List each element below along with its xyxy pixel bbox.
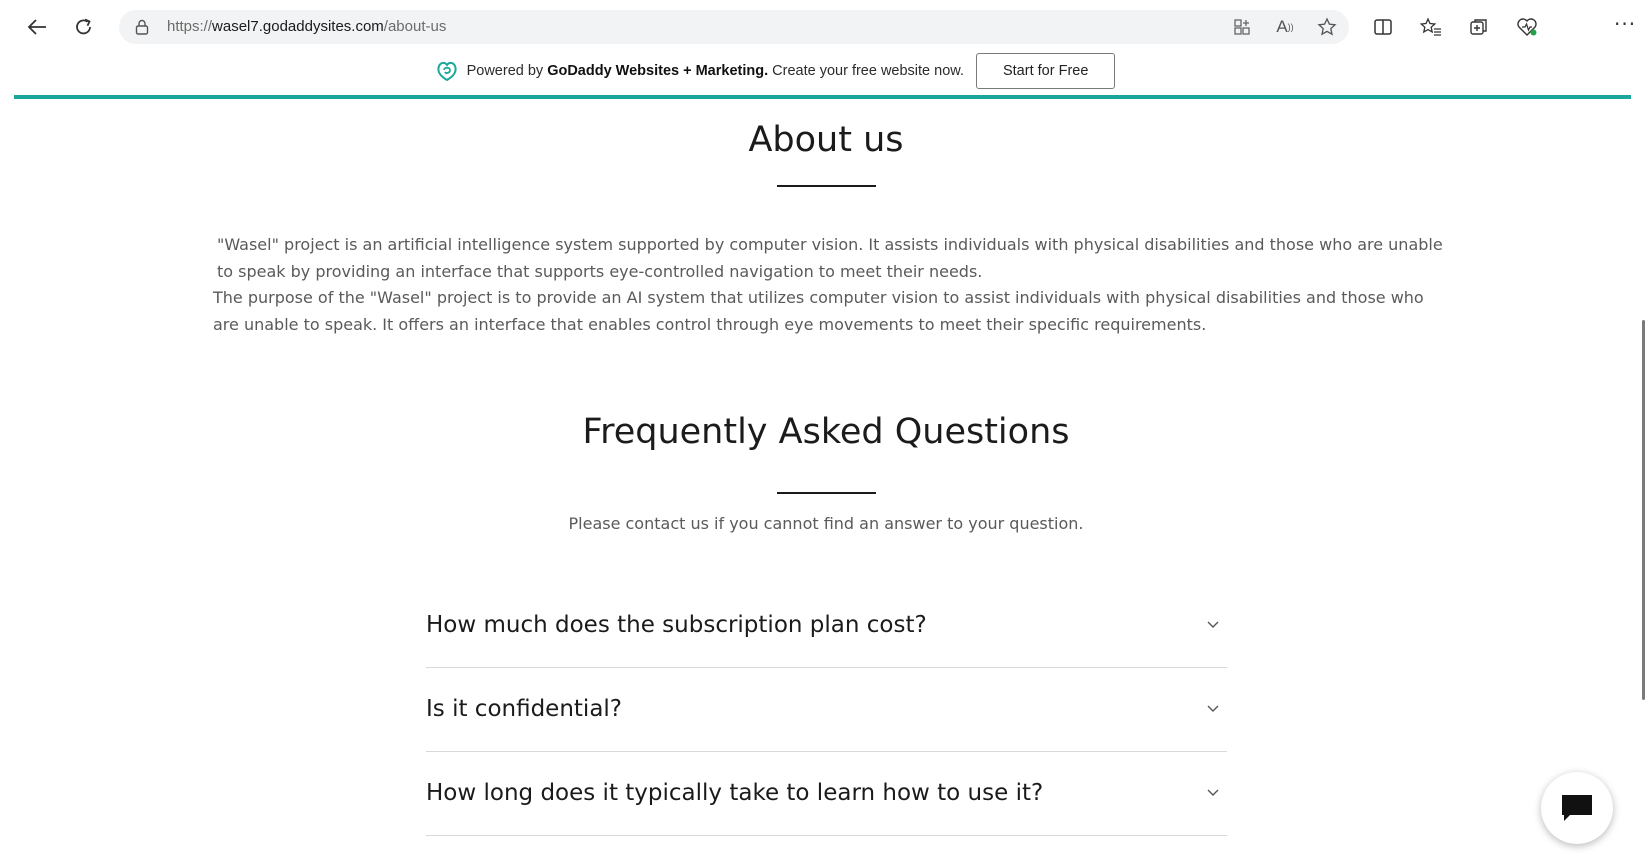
chevron-down-icon[interactable] xyxy=(1205,702,1221,716)
url-scheme: https:// xyxy=(167,18,213,35)
back-arrow-icon[interactable] xyxy=(20,10,54,44)
banner-text: Powered by GoDaddy Websites + Marketing.… xyxy=(467,63,964,79)
banner-suffix: Create your free website now. xyxy=(768,63,964,79)
chat-button[interactable] xyxy=(1541,772,1613,844)
address-bar[interactable]: https://wasel7.godaddysites.com/about-us… xyxy=(119,10,1349,44)
godaddy-logo-icon xyxy=(437,61,457,82)
banner-content: Powered by GoDaddy Websites + Marketing.… xyxy=(14,52,1631,90)
browser-toolbar: https://wasel7.godaddysites.com/about-us… xyxy=(14,4,1645,48)
about-description: "Wasel" project is an artificial intelli… xyxy=(213,232,1453,338)
chevron-down-icon[interactable] xyxy=(1205,786,1221,800)
favorite-star-icon[interactable] xyxy=(1314,14,1340,40)
faq-subtitle: Please contact us if you cannot find an … xyxy=(568,514,1084,533)
faq-title-underline xyxy=(777,492,876,494)
faq-title: Frequently Asked Questions xyxy=(582,412,1070,452)
banner-prefix: Powered by xyxy=(466,63,548,79)
page-scrollbar[interactable] xyxy=(1637,100,1645,860)
about-title-underline xyxy=(777,185,876,187)
faq-question[interactable]: Is it confidential? xyxy=(426,696,622,722)
about-paragraph-1: "Wasel" project is an artificial intelli… xyxy=(217,235,1443,281)
browser-essentials-icon[interactable] xyxy=(1510,10,1544,44)
app-available-icon[interactable] xyxy=(1229,14,1255,40)
banner-brand: GoDaddy Websites + Marketing. xyxy=(547,63,769,79)
more-icon[interactable]: ··· xyxy=(1614,10,1644,44)
chat-bubble-icon xyxy=(1562,795,1592,821)
lock-icon[interactable] xyxy=(135,19,149,39)
about-title: About us xyxy=(748,120,904,160)
url-host: wasel7.godaddysites.com xyxy=(212,18,384,35)
split-screen-icon[interactable] xyxy=(1366,10,1400,44)
faq-item[interactable]: Is it confidential? xyxy=(426,668,1227,752)
faq-item[interactable]: How much does the subscription plan cost… xyxy=(426,584,1227,668)
url-text[interactable]: https://wasel7.godaddysites.com/about-us xyxy=(167,10,446,44)
chevron-down-icon[interactable] xyxy=(1205,618,1221,632)
godaddy-banner: Powered by GoDaddy Websites + Marketing.… xyxy=(14,48,1631,99)
favorites-icon[interactable] xyxy=(1414,10,1448,44)
faq-list: How much does the subscription plan cost… xyxy=(426,584,1227,836)
faq-question[interactable]: How long does it typically take to learn… xyxy=(426,780,1043,806)
faq-item[interactable]: How long does it typically take to learn… xyxy=(426,752,1227,836)
refresh-icon[interactable] xyxy=(67,10,101,44)
read-aloud-icon[interactable]: A)) xyxy=(1272,14,1298,40)
start-for-free-button[interactable]: Start for Free xyxy=(975,53,1116,89)
read-aloud-label: A xyxy=(1276,17,1288,36)
faq-question[interactable]: How much does the subscription plan cost… xyxy=(426,612,927,638)
url-path: /about-us xyxy=(383,18,447,35)
collections-icon[interactable] xyxy=(1462,10,1496,44)
about-paragraph-2: The purpose of the "Wasel" project is to… xyxy=(213,288,1424,334)
